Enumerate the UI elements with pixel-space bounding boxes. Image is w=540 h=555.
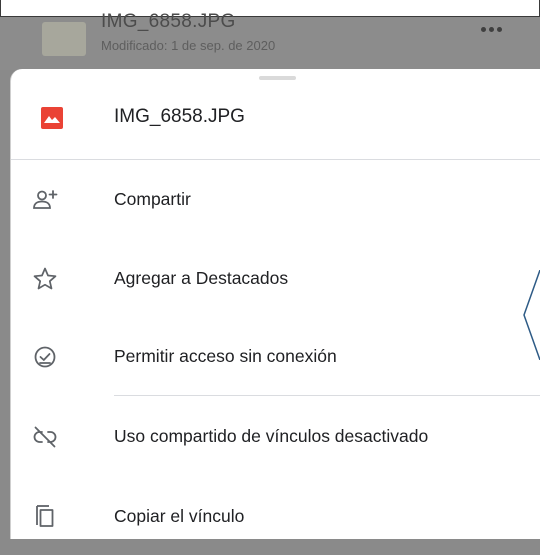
menu-item-share[interactable]: Compartir: [11, 162, 540, 238]
action-bottom-sheet: IMG_6858.JPG Compartir Agregar a Destaca…: [10, 69, 540, 539]
menu-label-link-sharing-off: Uso compartido de vínculos desactivado: [114, 426, 429, 446]
callout-pointer: [522, 269, 540, 361]
top-outline-box: [0, 0, 540, 17]
file-thumbnail: [42, 22, 86, 56]
sheet-drag-handle[interactable]: [259, 76, 296, 80]
menu-item-add-starred[interactable]: Agregar a Destacados: [11, 241, 540, 317]
offline-check-icon: [31, 343, 59, 371]
background-file-name: IMG_6858.JPG: [101, 11, 236, 32]
image-file-icon: [41, 107, 63, 129]
menu-label-add-starred: Agregar a Destacados: [114, 268, 289, 288]
link-off-icon: [31, 423, 59, 451]
menu-item-offline-access[interactable]: Permitir acceso sin conexión: [11, 319, 540, 395]
menu-label-offline-access: Permitir acceso sin conexión: [114, 346, 337, 366]
menu-label-share: Compartir: [114, 189, 191, 209]
background-file-row: IMG_6858.JPG Modificado: 1 de sep. de 20…: [0, 11, 540, 70]
header-divider: [11, 159, 540, 160]
star-outline-icon: [31, 265, 59, 293]
menu-item-copy-link[interactable]: Copiar el vínculo: [11, 479, 540, 555]
menu-divider: [114, 395, 540, 396]
more-options-icon: [481, 27, 503, 33]
sheet-file-name: IMG_6858.JPG: [114, 106, 245, 127]
background-file-modified: Modificado: 1 de sep. de 2020: [101, 38, 276, 53]
person-add-icon: [31, 186, 59, 214]
sheet-file-header: IMG_6858.JPG: [11, 91, 540, 159]
menu-label-copy-link: Copiar el vínculo: [114, 506, 245, 526]
menu-item-link-sharing-off[interactable]: Uso compartido de vínculos desactivado: [11, 399, 540, 475]
